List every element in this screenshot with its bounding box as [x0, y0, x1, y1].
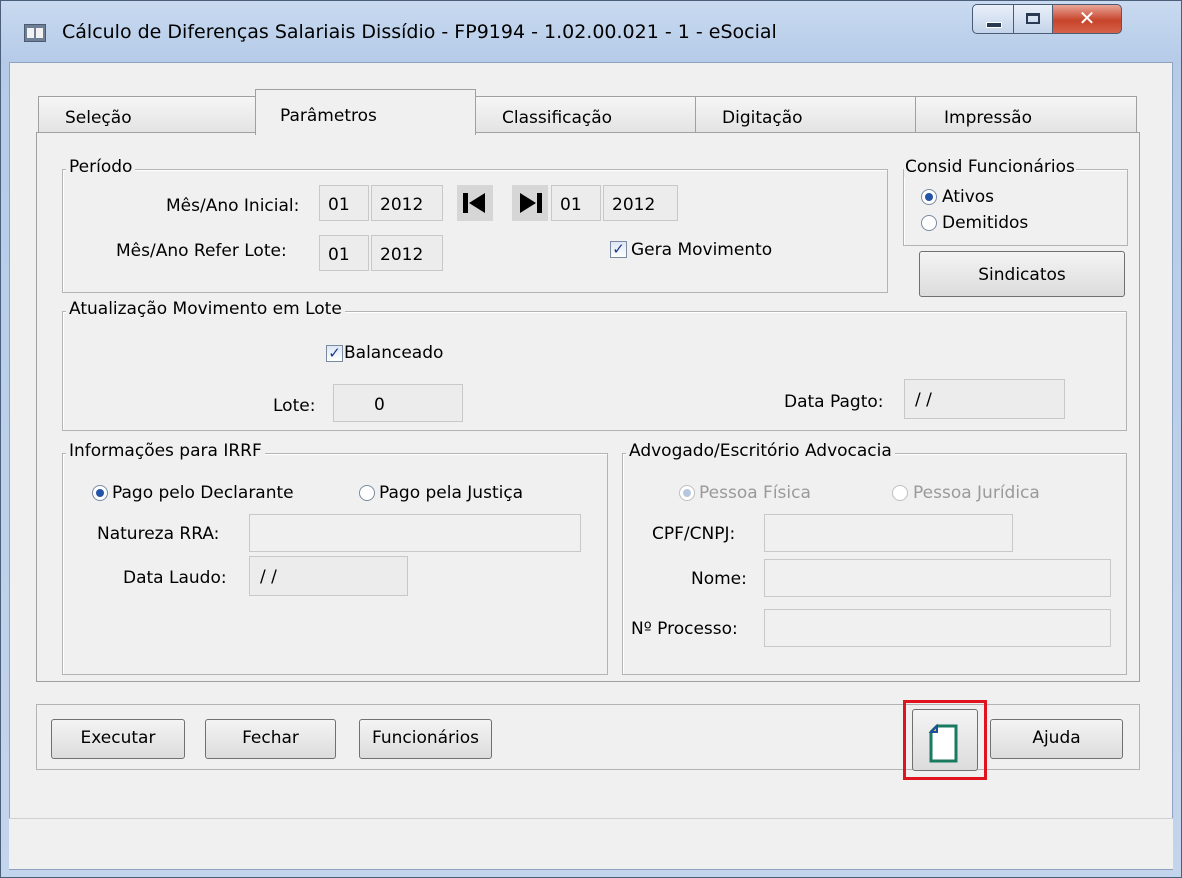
demitidos-label: Demitidos [942, 213, 1029, 233]
tab-classificacao[interactable]: Classificação [475, 96, 696, 133]
data-pagto-field[interactable]: / / [904, 379, 1065, 419]
highlight-box [903, 700, 987, 780]
nome-label: Nome: [691, 569, 747, 589]
pago-declarante-label: Pago pelo Declarante [112, 483, 294, 503]
data-laudo-label: Data Laudo: [123, 568, 227, 588]
ano-refer-field[interactable]: 2012 [371, 235, 443, 271]
app-icon [24, 24, 46, 42]
maximize-icon [1026, 13, 1040, 24]
pessoa-juridica-radio[interactable] [892, 485, 908, 501]
fechar-button[interactable]: Fechar [205, 719, 336, 759]
data-laudo-field[interactable]: / / [249, 556, 408, 596]
lote-field[interactable]: 0 [333, 384, 463, 422]
ativos-radio[interactable] [921, 189, 937, 205]
window-title: Cálculo de Diferenças Salariais Dissídio… [62, 21, 777, 43]
tab-impressao[interactable]: Impressão [915, 96, 1137, 133]
pessoa-fisica-label: Pessoa Física [699, 483, 811, 503]
demitidos-radio[interactable] [921, 215, 937, 231]
last-period-button[interactable] [512, 185, 548, 221]
pago-justica-radio[interactable] [359, 485, 375, 501]
numero-processo-field[interactable] [764, 609, 1111, 647]
skip-forward-icon [520, 193, 542, 213]
lote-label: Lote: [273, 396, 316, 416]
ajuda-button[interactable]: Ajuda [990, 719, 1123, 759]
pessoa-fisica-radio[interactable] [679, 485, 695, 501]
advogado-legend: Advogado/Escritório Advocacia [626, 441, 895, 461]
status-bar [9, 818, 1173, 869]
consid-funcionarios-group [903, 169, 1128, 246]
tab-parametros[interactable]: Parâmetros [255, 89, 476, 135]
executar-button[interactable]: Executar [51, 719, 185, 759]
mes-refer-field[interactable]: 01 [319, 235, 369, 271]
gera-movimento-label: Gera Movimento [631, 240, 773, 260]
minimize-icon [986, 22, 1002, 28]
cpf-cnpj-label: CPF/CNPJ: [652, 524, 736, 544]
funcionarios-button[interactable]: Funcionários [359, 719, 492, 759]
pessoa-juridica-label: Pessoa Jurídica [913, 483, 1040, 503]
first-period-button[interactable] [457, 185, 493, 221]
consid-funcionarios-legend: Consid Funcionários [904, 157, 1076, 177]
natureza-rra-field[interactable] [249, 514, 581, 552]
tab-digitacao[interactable]: Digitação [695, 96, 916, 133]
mes-inicial-field[interactable]: 01 [319, 185, 369, 221]
tab-selecao[interactable]: Seleção [38, 96, 257, 133]
irrf-legend: Informações para IRRF [66, 441, 265, 461]
mes-ano-refer-label: Mês/Ano Refer Lote: [116, 241, 287, 261]
sindicatos-button[interactable]: Sindicatos [919, 251, 1125, 297]
ano-inicial-field[interactable]: 2012 [371, 185, 443, 221]
periodo-legend: Período [66, 157, 136, 177]
pago-declarante-radio[interactable] [92, 485, 108, 501]
gera-movimento-checkbox[interactable]: ✓ [610, 241, 627, 258]
data-pagto-label: Data Pagto: [784, 392, 884, 412]
ativos-label: Ativos [942, 187, 995, 207]
mes-final-field[interactable]: 01 [551, 185, 601, 221]
close-button[interactable]: ✕ [1052, 4, 1122, 34]
pago-justica-label: Pago pela Justiça [379, 483, 524, 503]
tab-panel-parametros: Período Mês/Ano Inicial: 01 2012 01 2012… [36, 132, 1140, 682]
close-icon: ✕ [1078, 6, 1096, 30]
skip-back-icon [463, 193, 485, 213]
natureza-rra-label: Natureza RRA: [97, 524, 220, 544]
mes-ano-inicial-label: Mês/Ano Inicial: [166, 196, 300, 216]
nome-field[interactable] [764, 559, 1111, 597]
maximize-button[interactable] [1013, 4, 1053, 34]
atualizacao-legend: Atualização Movimento em Lote [66, 299, 345, 319]
ano-final-field[interactable]: 2012 [603, 185, 678, 221]
minimize-button[interactable] [972, 4, 1014, 34]
cpf-cnpj-field[interactable] [764, 514, 1013, 552]
balanceado-label: Balanceado [344, 343, 444, 363]
numero-processo-label: Nº Processo: [631, 619, 738, 639]
balanceado-checkbox[interactable]: ✓ [326, 345, 343, 362]
